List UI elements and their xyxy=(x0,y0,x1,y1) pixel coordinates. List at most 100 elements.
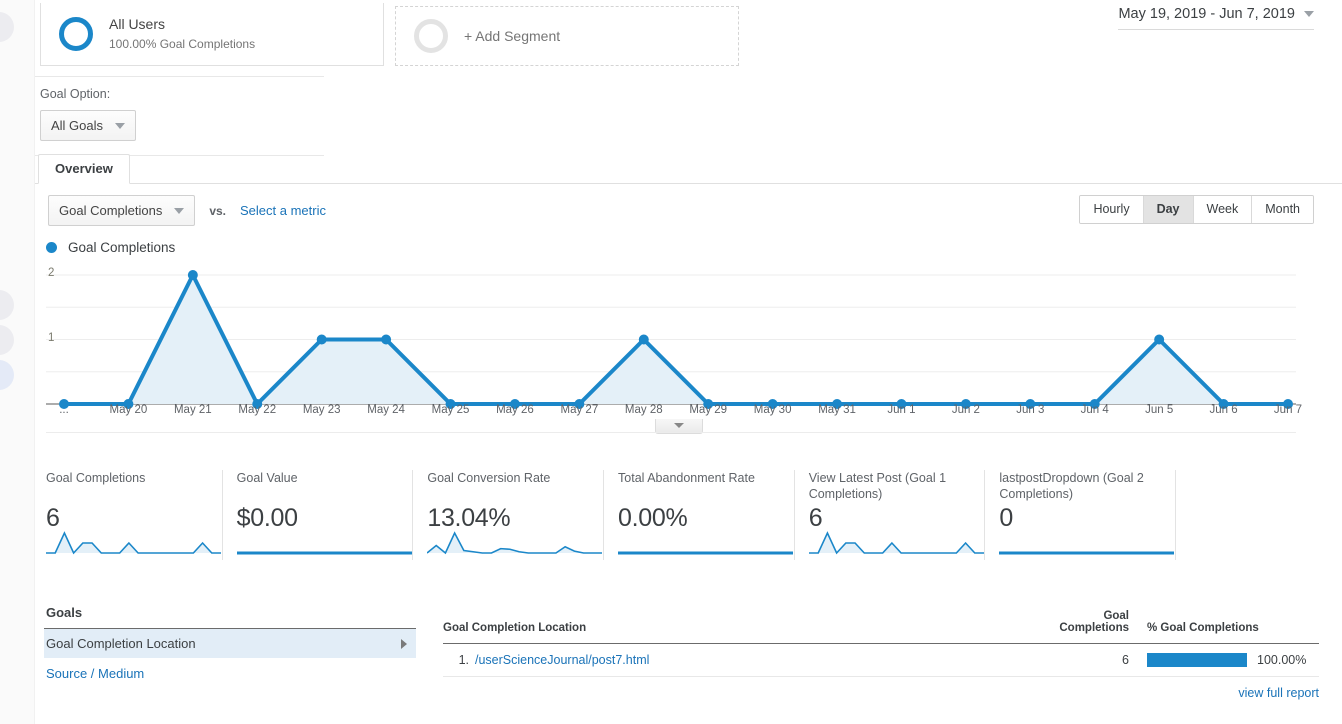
metric-card-value: 0 xyxy=(999,504,1013,532)
segment-title: All Users xyxy=(109,16,166,33)
metric-card: Goal Conversion Rate 13.04% xyxy=(427,470,605,560)
chart-legend: Goal Completions xyxy=(46,240,175,255)
metric-card-title: Total Abandonment Rate xyxy=(618,471,755,485)
metric-card-sparkline xyxy=(618,551,794,555)
metric-card: Goal Value $0.00 xyxy=(236,470,414,560)
metric-card: Total Abandonment Rate 0.00% xyxy=(618,470,795,560)
goal-option-dropdown[interactable]: All Goals xyxy=(40,110,137,141)
metric-card-sparkline xyxy=(236,551,412,555)
goals-source-medium-link[interactable]: Source / Medium xyxy=(44,658,416,681)
chevron-down-icon xyxy=(174,207,185,214)
add-segment-button[interactable]: + Add Segment xyxy=(395,6,739,66)
metric-card: lastpostDropdown (Goal 2 Completions) 0 xyxy=(999,470,1177,560)
metric-card-title: View Latest Post (Goal 1 Completions) xyxy=(808,471,947,502)
metric-card-title: Goal Conversion Rate xyxy=(427,471,551,485)
granularity-hourly[interactable]: Hourly xyxy=(1080,196,1144,223)
metric-card-sparkline xyxy=(999,551,1175,555)
row-location-link[interactable]: /userScienceJournal/post7.html xyxy=(475,653,649,667)
metric-card-sparkline xyxy=(808,531,984,555)
column-header-completions: Goal Completions xyxy=(1033,610,1133,644)
goal-completion-table-panel: Goal Completion Location Goal Completion… xyxy=(443,610,1319,700)
metric-card-value: $0.00 xyxy=(236,504,298,532)
x-axis-tick-label: Jun 7 xyxy=(1273,404,1303,416)
metric-card-value: 6 xyxy=(46,504,60,532)
x-axis-tick-label: May 20 xyxy=(109,404,148,416)
goal-option-label: Goal Option: xyxy=(40,87,111,101)
x-axis-tick-label: May 25 xyxy=(431,404,470,416)
granularity-day[interactable]: Day xyxy=(1143,196,1194,223)
select-a-metric-link[interactable]: Select a metric xyxy=(240,203,326,218)
chart-divider xyxy=(46,432,1296,433)
tab-overview[interactable]: Overview xyxy=(38,154,130,184)
x-axis-tick-label: Jun 3 xyxy=(1016,404,1045,416)
x-axis-tick-label: Jun 1 xyxy=(887,404,916,416)
row-index: 1. xyxy=(443,643,475,677)
table-row[interactable]: 1. /userScienceJournal/post7.html 6 100.… xyxy=(443,643,1319,677)
x-axis-tick-label: May 30 xyxy=(753,404,792,416)
goals-panel: Goals Goal Completion Location Source / … xyxy=(44,605,416,681)
x-axis-tick-label: May 29 xyxy=(689,404,728,416)
goals-panel-header: Goals xyxy=(44,605,416,629)
metric-card-title: Goal Value xyxy=(236,471,298,485)
vs-label: vs. xyxy=(209,203,227,218)
row-completions: 6 xyxy=(1033,643,1133,677)
x-axis-tick-label: May 31 xyxy=(818,404,856,416)
y-axis-tick-1: 1 xyxy=(48,331,55,344)
date-range-text: May 19, 2019 - Jun 7, 2019 xyxy=(1118,6,1295,22)
metric-card: Goal Completions 6 xyxy=(46,470,223,560)
primary-metric-dropdown[interactable]: Goal Completions xyxy=(48,195,196,226)
granularity-month[interactable]: Month xyxy=(1252,196,1313,223)
segment-ring-icon xyxy=(59,17,93,51)
date-range-picker[interactable]: May 19, 2019 - Jun 7, 2019 xyxy=(1118,6,1314,30)
primary-metric-value: Goal Completions xyxy=(59,203,163,218)
metric-card-title: lastpostDropdown (Goal 2 Completions) xyxy=(999,471,1144,502)
column-header-location: Goal Completion Location xyxy=(443,610,1033,644)
segment-all-users[interactable]: All Users 100.00% Goal Completions xyxy=(40,3,384,66)
y-axis-tick-2: 2 xyxy=(48,267,55,279)
metric-cards: Goal Completions 6 Goal Value $0.00 Goal Con… xyxy=(46,470,1190,560)
column-header-percent: % Goal Completions xyxy=(1133,610,1319,644)
legend-color-swatch xyxy=(46,242,57,253)
rail-icon-3[interactable] xyxy=(0,325,14,355)
left-sidebar-rail xyxy=(0,0,35,724)
legend-label: Goal Completions xyxy=(68,240,176,255)
x-axis-tick-label: May 21 xyxy=(173,404,212,416)
metric-card-title: Goal Completions xyxy=(46,471,146,485)
metric-card-value: 6 xyxy=(808,504,823,532)
goal-completions-chart[interactable]: 12 xyxy=(46,262,1296,422)
goals-item-goal-completion-location[interactable]: Goal Completion Location xyxy=(44,629,416,658)
x-axis-tick-label: May 27 xyxy=(560,404,599,416)
x-axis-tick-label: Jun 2 xyxy=(951,404,980,416)
chevron-right-icon xyxy=(401,639,407,649)
x-axis-tick-label: Jun 5 xyxy=(1145,404,1174,416)
metric-card-sparkline xyxy=(427,531,603,555)
view-full-report-link[interactable]: view full report xyxy=(443,677,1319,700)
goal-option-section: Goal Option: All Goals xyxy=(34,76,324,156)
x-axis-tick-label: May 26 xyxy=(496,404,534,416)
metric-card-sparkline xyxy=(46,531,221,555)
row-percent-cell: 100.00% xyxy=(1133,643,1319,677)
x-axis-tick-label: Jun 6 xyxy=(1209,404,1238,416)
goals-item-label: Goal Completion Location xyxy=(46,636,196,651)
add-segment-ring-icon xyxy=(414,19,448,53)
x-axis-tick-label: Jun 4 xyxy=(1080,404,1109,416)
x-axis-tick-label: ... xyxy=(59,404,69,416)
granularity-week[interactable]: Week xyxy=(1193,196,1253,223)
segment-subtitle: 100.00% Goal Completions xyxy=(109,37,256,52)
metric-card: View Latest Post (Goal 1 Completions) 6 xyxy=(808,470,986,560)
rail-icon-4[interactable] xyxy=(0,360,14,390)
x-axis-tick-label: May 28 xyxy=(624,404,663,416)
rail-icon-1[interactable] xyxy=(0,12,14,42)
add-segment-label: + Add Segment xyxy=(464,28,561,44)
row-percent: 100.00% xyxy=(1257,653,1307,667)
chart-svg xyxy=(46,270,1296,409)
metric-card-value: 13.04% xyxy=(427,504,511,532)
tab-strip: Overview xyxy=(34,154,1342,184)
goal-option-value: All Goals xyxy=(51,118,104,133)
row-location-cell: /userScienceJournal/post7.html xyxy=(475,643,1033,677)
metric-card-value: 0.00% xyxy=(618,504,688,532)
rail-icon-2[interactable] xyxy=(0,290,14,320)
goal-completion-table: Goal Completion Location Goal Completion… xyxy=(443,610,1319,677)
metric-selector-row: Goal Completions vs. Select a metric xyxy=(48,195,326,226)
granularity-button-group: Hourly Day Week Month xyxy=(1079,195,1314,224)
